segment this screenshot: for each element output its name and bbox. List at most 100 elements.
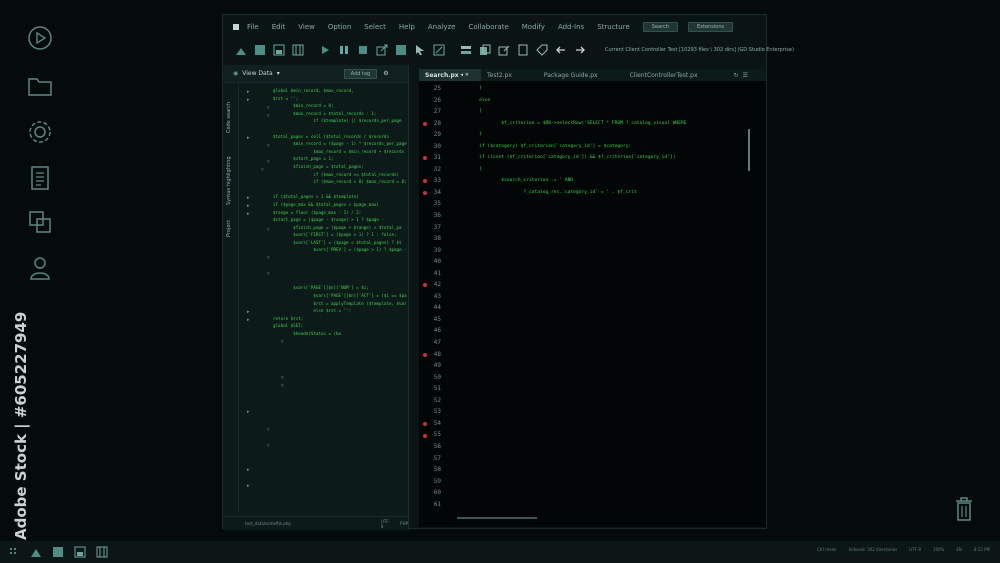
expand-arrow-icon[interactable]: ▸ — [247, 135, 250, 141]
layout-icon[interactable] — [96, 546, 108, 558]
breakpoint-icon[interactable] — [423, 352, 427, 357]
expand-arrow-icon[interactable]: ▸ — [247, 97, 250, 103]
expand-arrow-icon[interactable]: ▸ — [247, 483, 250, 489]
layout-icon[interactable] — [292, 44, 304, 56]
tag-icon[interactable] — [536, 44, 548, 56]
menu-file[interactable]: File — [247, 23, 259, 31]
document-icon[interactable] — [26, 164, 54, 192]
collapse-arrow-icon[interactable]: ▿ — [261, 167, 264, 173]
tab-search[interactable]: Search.px ◂ ✕ — [419, 69, 481, 81]
horizontal-scrollbar[interactable] — [457, 517, 537, 519]
expand-arrow-icon[interactable]: ▸ — [247, 211, 250, 217]
run-icon[interactable] — [319, 44, 331, 56]
build-icon[interactable] — [30, 546, 42, 558]
menu-option[interactable]: Option — [328, 23, 351, 31]
pause-icon[interactable] — [338, 44, 350, 56]
user-icon[interactable] — [26, 254, 54, 282]
folder-icon[interactable] — [26, 72, 54, 100]
save-all-icon[interactable] — [52, 546, 64, 558]
forward-arrow-icon[interactable] — [574, 44, 586, 56]
line-number: 44 — [433, 304, 441, 312]
menu-view[interactable]: View — [298, 23, 315, 31]
save-all-icon[interactable] — [254, 44, 266, 56]
collapse-arrow-icon[interactable]: ▿ — [267, 443, 270, 449]
menu-collaborate[interactable]: Collaborate — [468, 23, 508, 31]
tray-item[interactable]: UTF-8 — [909, 547, 921, 552]
breakpoint-icon[interactable] — [423, 190, 427, 195]
breakpoint-icon[interactable] — [423, 121, 427, 126]
gear-icon[interactable]: ⚙ — [383, 70, 388, 77]
grid-icon[interactable] — [8, 546, 20, 558]
tab-project[interactable]: Project — [226, 220, 232, 237]
line-number: 51 — [433, 385, 441, 393]
build-icon[interactable] — [235, 44, 247, 56]
add-tag-button[interactable]: Add tag — [343, 68, 378, 79]
menu-help[interactable]: Help — [399, 23, 415, 31]
collapse-arrow-icon[interactable]: ▿ — [267, 255, 270, 261]
collapse-arrow-icon[interactable]: ▿ — [267, 143, 270, 149]
refresh-icon[interactable]: ↻ — [734, 72, 739, 79]
layers-icon[interactable] — [26, 208, 54, 236]
tab-code-search[interactable]: Code search — [226, 102, 232, 133]
chevron-down-icon[interactable]: ▾ — [277, 70, 280, 77]
collapse-arrow-icon[interactable]: ▿ — [267, 159, 270, 165]
tray-item[interactable]: 100% — [933, 547, 944, 552]
terminal-icon[interactable] — [395, 44, 407, 56]
expand-arrow-icon[interactable]: ▸ — [247, 195, 250, 201]
expand-arrow-icon[interactable]: ▸ — [247, 89, 250, 95]
collapse-arrow-icon[interactable]: ▿ — [267, 427, 270, 433]
save-icon[interactable] — [74, 546, 86, 558]
line-number: 43 — [433, 292, 441, 300]
stop-icon[interactable] — [357, 44, 369, 56]
menu-modify[interactable]: Modify — [522, 23, 545, 31]
extensions-button[interactable]: Extensions — [687, 22, 734, 32]
collapse-arrow-icon[interactable]: ▿ — [267, 227, 270, 233]
breakpoint-icon[interactable] — [423, 421, 427, 426]
export-icon[interactable] — [376, 44, 388, 56]
back-arrow-icon[interactable] — [555, 44, 567, 56]
copy-icon[interactable] — [479, 44, 491, 56]
gear-icon[interactable] — [26, 118, 54, 146]
editor-code[interactable]: } else { $f_criterion = $DB->selectRow('… — [457, 83, 757, 198]
tray-item[interactable]: Indexed: 302 directories — [849, 547, 898, 552]
tray-item[interactable]: Ctrl mode — [817, 547, 837, 552]
debug-icon[interactable] — [433, 44, 445, 56]
line-number: 49 — [433, 362, 441, 370]
menu-analyze[interactable]: Analyze — [428, 23, 456, 31]
line-number: 30 — [433, 142, 441, 150]
cursor-icon[interactable] — [414, 44, 426, 56]
collapse-arrow-icon[interactable]: ▿ — [267, 271, 270, 277]
menu-structure[interactable]: Structure — [597, 23, 630, 31]
expand-arrow-icon[interactable]: ▸ — [247, 309, 250, 315]
expand-arrow-icon[interactable]: ▸ — [247, 467, 250, 473]
tab-syntax-highlighting[interactable]: Syntax highlighting — [226, 156, 232, 205]
line-number: 41 — [433, 269, 441, 277]
menu-icon[interactable]: ☰ — [743, 72, 748, 79]
view-data-dropdown[interactable]: View Data — [242, 70, 272, 77]
play-circle-icon[interactable] — [26, 24, 54, 52]
tray-item[interactable]: EN — [956, 547, 962, 552]
expand-arrow-icon[interactable]: ▸ — [247, 409, 250, 415]
left-code-view[interactable]: global $min_record, $max_record, $rst = … — [273, 87, 407, 517]
menu-select[interactable]: Select — [364, 23, 386, 31]
tab-package-guide[interactable]: Package Guide.px — [524, 69, 610, 81]
close-icon[interactable]: ◂ ✕ — [461, 72, 469, 78]
breakpoint-icon[interactable] — [423, 433, 427, 438]
collapse-arrow-icon[interactable]: ▿ — [267, 105, 270, 111]
tab-test2[interactable]: Test2.px — [481, 69, 524, 81]
vertical-scrollbar[interactable] — [748, 129, 750, 171]
menu-add-ins[interactable]: Add-Ins — [558, 23, 584, 31]
upload-icon[interactable] — [498, 44, 510, 56]
panels-icon[interactable] — [460, 44, 472, 56]
expand-arrow-icon[interactable]: ▸ — [247, 203, 250, 209]
menu-edit[interactable]: Edit — [272, 23, 286, 31]
save-icon[interactable] — [273, 44, 285, 56]
collapse-arrow-icon[interactable]: ▿ — [267, 113, 270, 119]
search-button[interactable]: Search — [642, 22, 678, 32]
expand-arrow-icon[interactable]: ▸ — [247, 317, 250, 323]
trash-icon[interactable] — [953, 496, 975, 522]
document-edit-icon[interactable] — [517, 44, 529, 56]
line-number: 46 — [433, 327, 441, 335]
tab-client-controller-test[interactable]: ClientControllerTest.px — [610, 69, 710, 81]
line-number: 56 — [433, 442, 441, 450]
